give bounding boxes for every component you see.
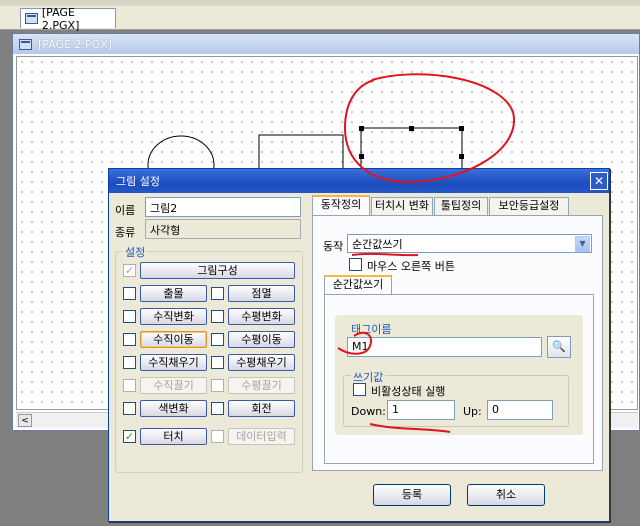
right-click-checkbox[interactable] <box>349 258 362 271</box>
checkbox-horizontal-drag <box>211 379 224 392</box>
checkbox-vertical-drag <box>123 379 136 392</box>
blink-button[interactable]: 점멸 <box>228 285 295 302</box>
vertical-drag-button: 수직끌기 <box>140 377 207 394</box>
up-input[interactable]: 0 <box>487 400 553 420</box>
inactive-exec-label: 비활성상태 실행 <box>371 385 446 398</box>
tag-browse-icon[interactable]: 🔍 <box>547 336 571 358</box>
action-select-value: 순간값쓰기 <box>352 238 403 251</box>
tab-tooltip-definition[interactable]: 툴팁정의 <box>434 197 488 215</box>
checkbox-rotate[interactable] <box>211 402 224 415</box>
scroll-left-icon[interactable]: < <box>18 414 32 427</box>
chevron-down-icon[interactable]: ▼ <box>575 236 590 252</box>
tag-name-input[interactable]: M1 <box>347 337 542 357</box>
type-field: 사각형 <box>145 219 301 239</box>
right-click-label: 마우스 오른쪽 버튼 <box>367 260 455 273</box>
checkbox-blink[interactable] <box>211 287 224 300</box>
vertical-change-button[interactable]: 수직변화 <box>140 308 207 325</box>
checkbox-picture-config: ✓ <box>123 264 136 277</box>
horizontal-fill-button[interactable]: 수평채우기 <box>228 354 295 371</box>
inactive-exec-checkbox[interactable] <box>353 383 366 396</box>
tag-name-label: 태그이름 <box>351 323 392 336</box>
dialog-titlebar[interactable]: 그림 설정 <box>109 169 609 193</box>
vertical-fill-button[interactable]: 수직채우기 <box>140 354 207 371</box>
register-button[interactable]: 등록 <box>373 484 451 506</box>
checkbox-appear[interactable] <box>123 287 136 300</box>
action-select[interactable]: 순간값쓰기 ▼ <box>347 234 592 253</box>
horizontal-change-button[interactable]: 수평변화 <box>228 308 295 325</box>
action-tab-panel: 동작 순간값쓰기 ▼ 마우스 오른쪽 버튼 순간값쓰기 태그이름 M1 🔍 쓰기… <box>312 215 603 471</box>
name-label: 이름 <box>115 204 136 217</box>
document-tab-strip: [PAGE 2.PGX] <box>0 0 640 32</box>
settings-group-title: 설정 <box>123 244 148 260</box>
data-input-button: 데이터입력 <box>228 428 295 445</box>
checkbox-horizontal-fill[interactable] <box>211 356 224 369</box>
document-icon <box>25 13 38 24</box>
checkbox-vertical-change[interactable] <box>123 310 136 323</box>
checkbox-horizontal-change[interactable] <box>211 310 224 323</box>
rotate-button[interactable]: 회전 <box>228 400 295 417</box>
horizontal-drag-button: 수평끌기 <box>228 377 295 394</box>
tab-touch-change[interactable]: 터치시 변화 <box>371 197 433 215</box>
picture-config-button[interactable]: 그림구성 <box>140 262 295 279</box>
document-tab-label: [PAGE 2.PGX] <box>41 5 80 32</box>
page-window-title: [PAGE 2.PGX] <box>38 37 113 51</box>
appear-button[interactable]: 출몰 <box>140 285 207 302</box>
checkbox-horizontal-move[interactable] <box>211 333 224 346</box>
vertical-move-button[interactable]: 수직이동 <box>140 331 207 348</box>
subtab-instant-write[interactable]: 순간값쓰기 <box>324 275 392 294</box>
tab-action-definition[interactable]: 동작정의 <box>312 195 370 215</box>
down-label: Down: <box>351 405 386 418</box>
down-input[interactable]: 1 <box>387 400 455 420</box>
action-label: 동작 <box>323 240 344 253</box>
checkbox-vertical-fill[interactable] <box>123 356 136 369</box>
up-label: Up: <box>463 405 482 418</box>
dialog-title: 그림 설정 <box>116 175 160 188</box>
tab-security-level[interactable]: 보안등급설정 <box>489 197 569 215</box>
window-icon <box>19 38 32 50</box>
checkbox-touch[interactable]: ✓ <box>123 430 136 443</box>
touch-button[interactable]: 터치 <box>140 428 207 445</box>
instant-write-panel: 태그이름 M1 🔍 쓰기값 비활성상태 실행 Down: 1 Up: 0 <box>324 294 594 464</box>
color-change-button[interactable]: 색변화 <box>140 400 207 417</box>
name-input[interactable]: 그림2 <box>145 197 301 217</box>
document-tab[interactable]: [PAGE 2.PGX] <box>20 6 116 32</box>
picture-settings-dialog: 그림 설정 ✕ 이름 그림2 종류 사각형 설정 ✓ 그림구성 출몰 점멸 수직… <box>108 168 610 522</box>
checkbox-vertical-move[interactable] <box>123 333 136 346</box>
page-window-titlebar[interactable]: [PAGE 2.PGX] <box>13 34 639 54</box>
horizontal-move-button[interactable]: 수평이동 <box>228 331 295 348</box>
checkbox-color-change[interactable] <box>123 402 136 415</box>
checkbox-data-input <box>211 430 224 443</box>
cancel-button[interactable]: 취소 <box>467 484 545 506</box>
close-icon[interactable]: ✕ <box>590 172 608 190</box>
type-label: 종류 <box>115 226 136 239</box>
